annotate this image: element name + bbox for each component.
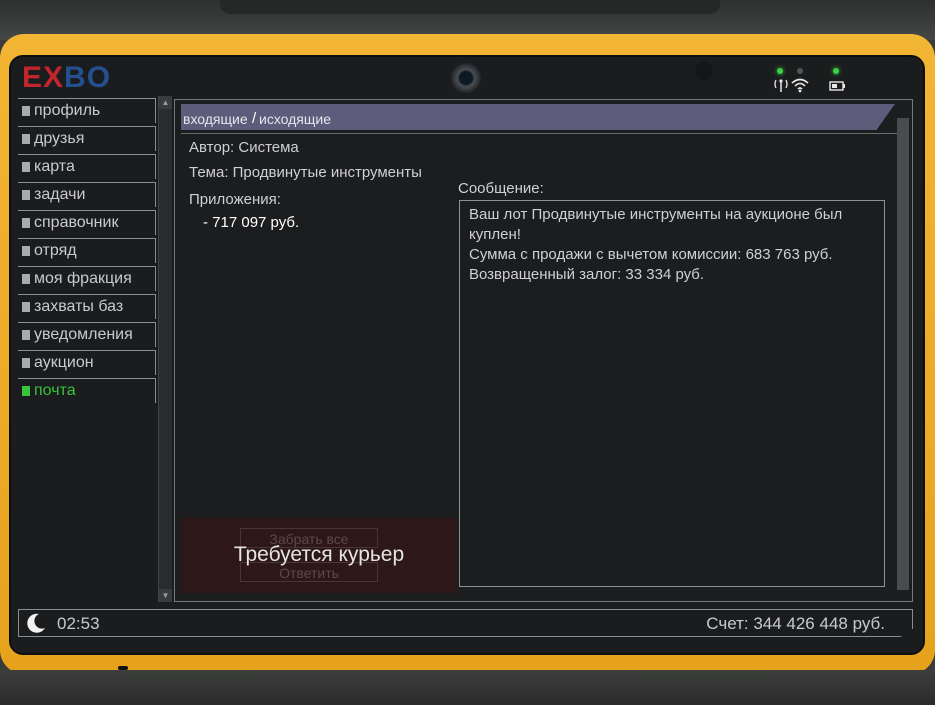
status-bar: 02:53 Счет: 344 426 448 руб.: [18, 609, 913, 637]
message-line: куплен!: [469, 226, 521, 243]
tab-inbox[interactable]: входящие: [183, 112, 248, 126]
sidebar-nav: профиль друзья карта задачи справочник о…: [18, 96, 172, 602]
moon-icon: [27, 613, 45, 633]
device-frame-bottom: [0, 666, 935, 705]
bullet-icon: [22, 330, 30, 340]
camera-lens: [451, 63, 481, 93]
bullet-icon: [22, 302, 30, 312]
sidebar-item-label: отряд: [34, 242, 77, 259]
sidebar-item-label: почта: [34, 382, 76, 399]
bullet-icon: [22, 274, 30, 284]
balance: Счет: 344 426 448 руб.: [706, 614, 885, 633]
sidebar-item-label: друзья: [34, 130, 85, 147]
bullet-icon: [22, 246, 30, 256]
wifi-icon: [791, 78, 809, 93]
sidebar-item-auction[interactable]: аукцион: [18, 350, 156, 375]
sidebar-item-base-captures[interactable]: захваты баз: [18, 294, 156, 319]
sidebar-item-guide[interactable]: справочник: [18, 210, 156, 235]
divider: [181, 133, 897, 134]
sidebar-item-label: аукцион: [34, 354, 94, 371]
sidebar-scrollbar[interactable]: ▲ ▼: [158, 96, 172, 602]
device-ridge: [220, 0, 720, 14]
message-label: Сообщение:: [458, 180, 544, 197]
sidebar-item-label: профиль: [34, 102, 101, 119]
scroll-up-icon[interactable]: ▲: [159, 96, 172, 109]
scroll-down-icon[interactable]: ▼: [159, 589, 172, 602]
mail-scrollbar[interactable]: [897, 118, 909, 590]
wifi-led: [797, 68, 803, 74]
sensor-dot: [695, 62, 713, 80]
signal-led: [777, 68, 783, 74]
sidebar-item-label: моя фракция: [34, 270, 132, 287]
sidebar-item-tasks[interactable]: задачи: [18, 182, 156, 207]
mail-panel: входящие / исходящие Автор: Система Тема…: [174, 99, 913, 602]
mail-actions: Забрать все Ответить Требуется курьер: [181, 518, 457, 593]
bullet-icon: [22, 190, 30, 200]
logo-part-ex: EX: [22, 61, 65, 94]
attachments-label: Приложения:: [189, 191, 281, 208]
courier-required-notice: Требуется курьер: [233, 543, 405, 566]
bullet-icon: [22, 134, 30, 144]
sidebar-item-label: уведомления: [34, 326, 133, 343]
bullet-icon: [22, 358, 30, 368]
sidebar-item-profile[interactable]: профиль: [18, 98, 156, 123]
bullet-icon: [22, 162, 30, 172]
bullet-icon: [22, 218, 30, 228]
antenna-icon: [774, 79, 788, 92]
mail-author: Автор: Система: [189, 139, 299, 156]
tab-outbox[interactable]: исходящие: [259, 112, 331, 126]
exbo-logo: EXBO: [22, 60, 111, 96]
clock: 02:53: [57, 614, 100, 633]
sidebar-item-mail[interactable]: почта: [18, 378, 156, 403]
device-slot: [118, 666, 128, 670]
bullet-icon: [22, 106, 30, 116]
message-line: Возвращенный залог: 33 334 руб.: [469, 266, 705, 283]
sidebar-item-label: карта: [34, 158, 75, 175]
sidebar-item-label: захваты баз: [34, 298, 124, 315]
message-line: Сумма с продажи с вычетом комиссии: 683 …: [469, 246, 833, 263]
logo-part-bo: BO: [64, 61, 112, 94]
battery-icon: [829, 81, 845, 91]
sidebar-item-friends[interactable]: друзья: [18, 126, 156, 151]
sidebar-item-label: задачи: [34, 186, 86, 203]
sidebar-item-label: справочник: [34, 214, 119, 231]
tab-separator: /: [252, 110, 257, 127]
sidebar-item-map[interactable]: карта: [18, 154, 156, 179]
attachment-money: - 717 097 руб.: [203, 214, 300, 231]
bullet-icon: [22, 386, 30, 396]
sidebar-item-squad[interactable]: отряд: [18, 238, 156, 263]
message-box: Ваш лот Продвинутые инструменты на аукци…: [459, 200, 885, 587]
mail-subject: Тема: Продвинутые инструменты: [189, 164, 422, 181]
message-line: Ваш лот Продвинутые инструменты на аукци…: [469, 206, 843, 223]
sidebar-item-notifications[interactable]: уведомления: [18, 322, 156, 347]
battery-led: [833, 68, 839, 74]
sidebar-item-faction[interactable]: моя фракция: [18, 266, 156, 291]
